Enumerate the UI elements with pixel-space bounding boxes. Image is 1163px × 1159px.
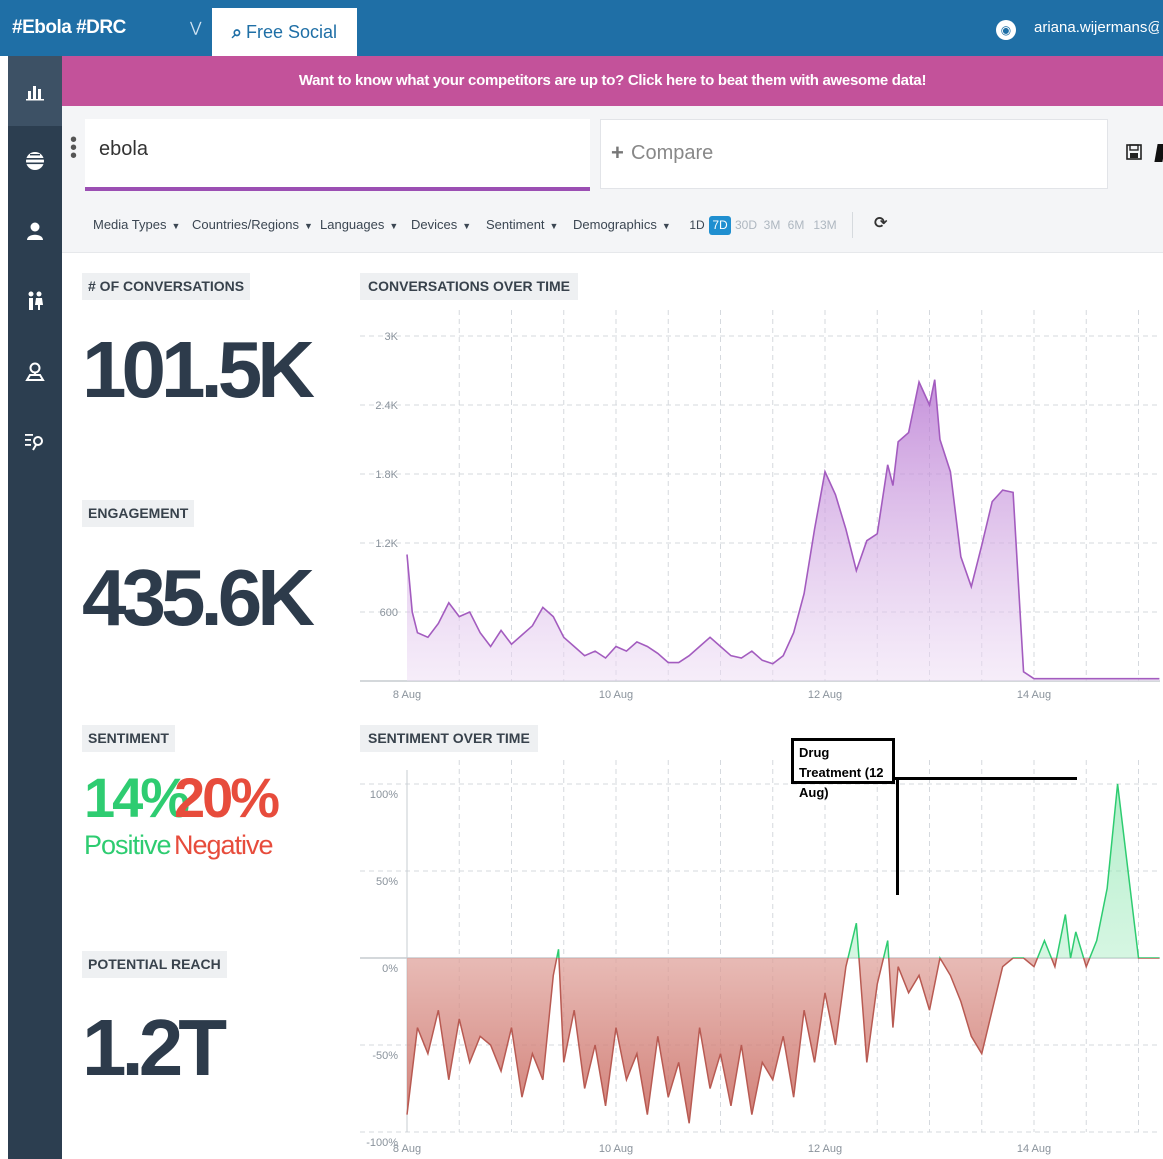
person-icon (27, 222, 43, 240)
reach-label: POTENTIAL REACH (82, 951, 227, 978)
y-tick-label: 1.8K (375, 469, 398, 481)
plus-icon: + (611, 140, 624, 165)
range-30d[interactable]: 30D (734, 216, 758, 235)
range-6m[interactable]: 6M (786, 216, 806, 235)
people-icon (28, 291, 43, 310)
y-tick-label: 600 (380, 607, 398, 619)
range-7d[interactable]: 7D (709, 216, 731, 235)
conversations-chart-title: CONVERSATIONS OVER TIME (360, 273, 578, 300)
conversations-value: 101.5K (82, 325, 315, 414)
engagement-value: 435.6K (82, 553, 315, 642)
range-3m[interactable]: 3M (762, 216, 782, 235)
caret-down-icon: ▼ (549, 220, 559, 231)
positive-percent: 14% (84, 766, 190, 829)
sidebar-item-author[interactable] (8, 196, 62, 266)
chevron-down-icon[interactable]: ⋁ (190, 20, 204, 34)
top-bar: #Ebola #DRC ⋁ ⌕Free Social Search ◉ aria… (0, 0, 1163, 90)
range-1d[interactable]: 1D (688, 216, 706, 235)
caret-down-icon: ▼ (171, 220, 181, 231)
sidebar (8, 56, 62, 1159)
filter-languages[interactable]: Languages ▼ (320, 198, 398, 252)
positive-label: Positive (84, 830, 172, 860)
filter-label: Languages (320, 217, 385, 232)
filter-countries-regions[interactable]: Countries/Regions ▼ (192, 198, 313, 252)
series-line (406, 379, 1160, 680)
x-tick-label: 14 Aug (1017, 689, 1051, 701)
filter-label: Countries/Regions (192, 217, 299, 232)
sentiment-chart-title: SENTIMENT OVER TIME (360, 725, 538, 752)
tab-free-social-search[interactable]: ⌕Free Social Search (212, 8, 357, 90)
filter-label: Sentiment (486, 217, 545, 232)
search-box[interactable] (85, 119, 590, 191)
promo-banner[interactable]: Want to know what your competitors are u… (62, 56, 1163, 106)
user-account[interactable]: ariana.wijermans@g... (1034, 0, 1159, 56)
drag-handle-icon[interactable]: • • • (70, 130, 77, 166)
x-tick-label: 14 Aug (1017, 1143, 1051, 1155)
sidebar-item-world[interactable] (8, 126, 62, 196)
location-icon (25, 362, 45, 381)
caret-down-icon: ▼ (389, 220, 399, 231)
compare-label: Compare (631, 142, 714, 164)
search-list-icon (25, 434, 43, 451)
sidebar-item-search-list[interactable] (8, 406, 62, 476)
range-13m[interactable]: 13M (812, 216, 838, 235)
compare-box[interactable]: + Compare (600, 119, 1108, 189)
y-tick-label: 100% (370, 789, 398, 801)
search-input[interactable] (97, 137, 581, 162)
project-title[interactable]: #Ebola #DRC (12, 0, 210, 56)
drug-treatment-annotation: Drug Treatment (12 Aug) (791, 738, 895, 800)
y-tick-label: -50% (372, 1050, 398, 1062)
y-tick-label: 2.4K (375, 400, 398, 412)
globe-icon[interactable]: ◉ (996, 20, 1016, 40)
divider (852, 212, 853, 238)
annotation-line (895, 777, 1077, 780)
filter-label: Devices (411, 217, 458, 232)
engagement-label: ENGAGEMENT (82, 500, 195, 527)
annotation-pointer (896, 780, 899, 895)
filter-row: Media Types ▼ Countries/Regions ▼ Language… (62, 198, 1163, 253)
negative-label: Negative (174, 830, 274, 860)
pencil-icon[interactable] (1154, 144, 1163, 162)
sentiment-label: SENTIMENT (82, 725, 175, 752)
x-tick-label: 12 Aug (808, 689, 842, 701)
refresh-icon[interactable]: ⟳ (874, 215, 890, 233)
filter-media-types[interactable]: Media Types ▼ (93, 198, 180, 252)
x-tick-label: 10 Aug (599, 689, 633, 701)
caret-down-icon: ▼ (303, 220, 313, 231)
bar-chart-icon (26, 86, 44, 101)
x-tick-label: 8 Aug (393, 1143, 421, 1155)
conversations-chart: 600 1.2K 1.8K 2.4K 3K 8 Aug 10 Aug 12 Aug 14 Aug (360, 310, 1160, 701)
x-tick-label: 10 Aug (599, 1143, 633, 1155)
conversations-label: # OF CONVERSATIONS (82, 273, 251, 300)
globe-icon (26, 152, 44, 170)
caret-down-icon: ▼ (661, 220, 671, 231)
filter-demographics[interactable]: Demographics ▼ (573, 198, 671, 252)
y-tick-label: 50% (376, 876, 398, 888)
filter-label: Demographics (573, 217, 657, 232)
filter-label: Media Types (93, 217, 167, 232)
y-tick-label: 3K (385, 331, 399, 343)
reach-value: 1.2T (82, 1003, 227, 1092)
y-tick-label: 0% (382, 963, 398, 975)
filter-devices[interactable]: Devices ▼ (411, 198, 471, 252)
negative-percent: 20% (174, 766, 280, 829)
y-tick-label: 1.2K (375, 538, 398, 550)
filter-sentiment[interactable]: Sentiment ▼ (486, 198, 558, 252)
x-tick-label: 8 Aug (393, 689, 421, 701)
sentiment-chart: 100%50%0%-50%-100%8 Aug 10 Aug 12 Aug 14 Au… (360, 760, 1160, 1155)
x-tick-label: 12 Aug (808, 1143, 842, 1155)
sidebar-item-demographics[interactable] (8, 266, 62, 336)
caret-down-icon: ▼ (462, 220, 472, 231)
search-icon: ⌕ (231, 22, 243, 42)
save-icon[interactable] (1126, 144, 1142, 160)
search-row: ••• + Compare (62, 106, 1163, 198)
sidebar-item-location[interactable] (8, 336, 62, 406)
sidebar-item-dashboard[interactable] (8, 56, 62, 126)
